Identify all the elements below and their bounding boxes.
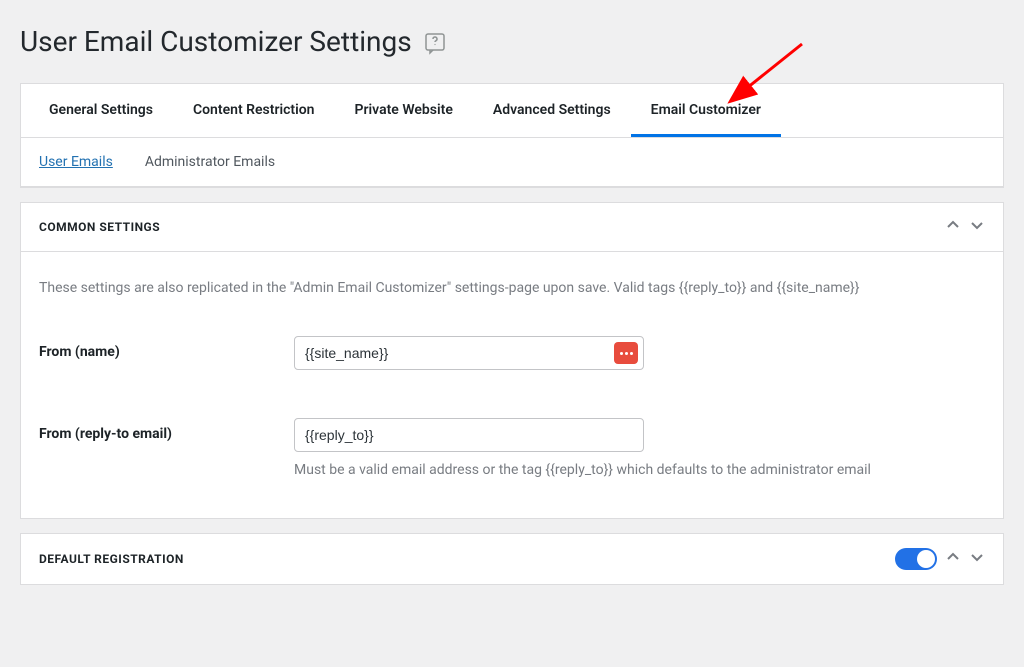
tab-content-restriction[interactable]: Content Restriction	[173, 84, 335, 137]
field-from-reply: From (reply-to email) Must be a valid em…	[39, 418, 985, 478]
from-reply-label: From (reply-to email)	[39, 418, 294, 442]
panel-title-common: COMMON SETTINGS	[39, 220, 160, 234]
subtab-user-emails[interactable]: User Emails	[39, 154, 113, 170]
tab-general-settings[interactable]: General Settings	[29, 84, 173, 137]
from-reply-input[interactable]	[294, 418, 644, 452]
panel-body: These settings are also replicated in th…	[21, 252, 1003, 518]
registration-toggle[interactable]	[895, 548, 937, 570]
tab-advanced-settings[interactable]: Advanced Settings	[473, 84, 631, 137]
from-reply-hint: Must be a valid email address or the tag…	[294, 462, 985, 478]
from-name-input[interactable]	[294, 336, 644, 370]
panel-header: COMMON SETTINGS	[21, 203, 1003, 252]
page-title: User Email Customizer Settings	[20, 25, 412, 58]
help-icon[interactable]	[423, 31, 447, 59]
panel-title-registration: DEFAULT REGISTRATION	[39, 552, 184, 566]
default-registration-panel: DEFAULT REGISTRATION	[20, 533, 1004, 585]
chevron-down-icon[interactable]	[969, 549, 985, 569]
chevron-up-icon[interactable]	[945, 549, 961, 569]
from-name-label: From (name)	[39, 336, 294, 360]
subtab-administrator-emails[interactable]: Administrator Emails	[145, 154, 275, 170]
panel-controls	[945, 217, 985, 237]
panel-header: DEFAULT REGISTRATION	[21, 534, 1003, 584]
sub-tabs: User Emails Administrator Emails	[21, 138, 1003, 187]
password-manager-icon[interactable]	[614, 342, 638, 364]
panel-description: These settings are also replicated in th…	[39, 280, 985, 296]
tab-email-customizer[interactable]: Email Customizer	[631, 84, 781, 137]
main-tabs: General Settings Content Restriction Pri…	[21, 84, 1003, 138]
chevron-up-icon[interactable]	[945, 217, 961, 237]
common-settings-panel: COMMON SETTINGS These settings are also …	[20, 202, 1004, 519]
tabs-container: General Settings Content Restriction Pri…	[20, 83, 1004, 188]
field-from-name: From (name)	[39, 336, 985, 370]
chevron-down-icon[interactable]	[969, 217, 985, 237]
panel-controls	[895, 548, 985, 570]
tab-private-website[interactable]: Private Website	[335, 84, 473, 137]
